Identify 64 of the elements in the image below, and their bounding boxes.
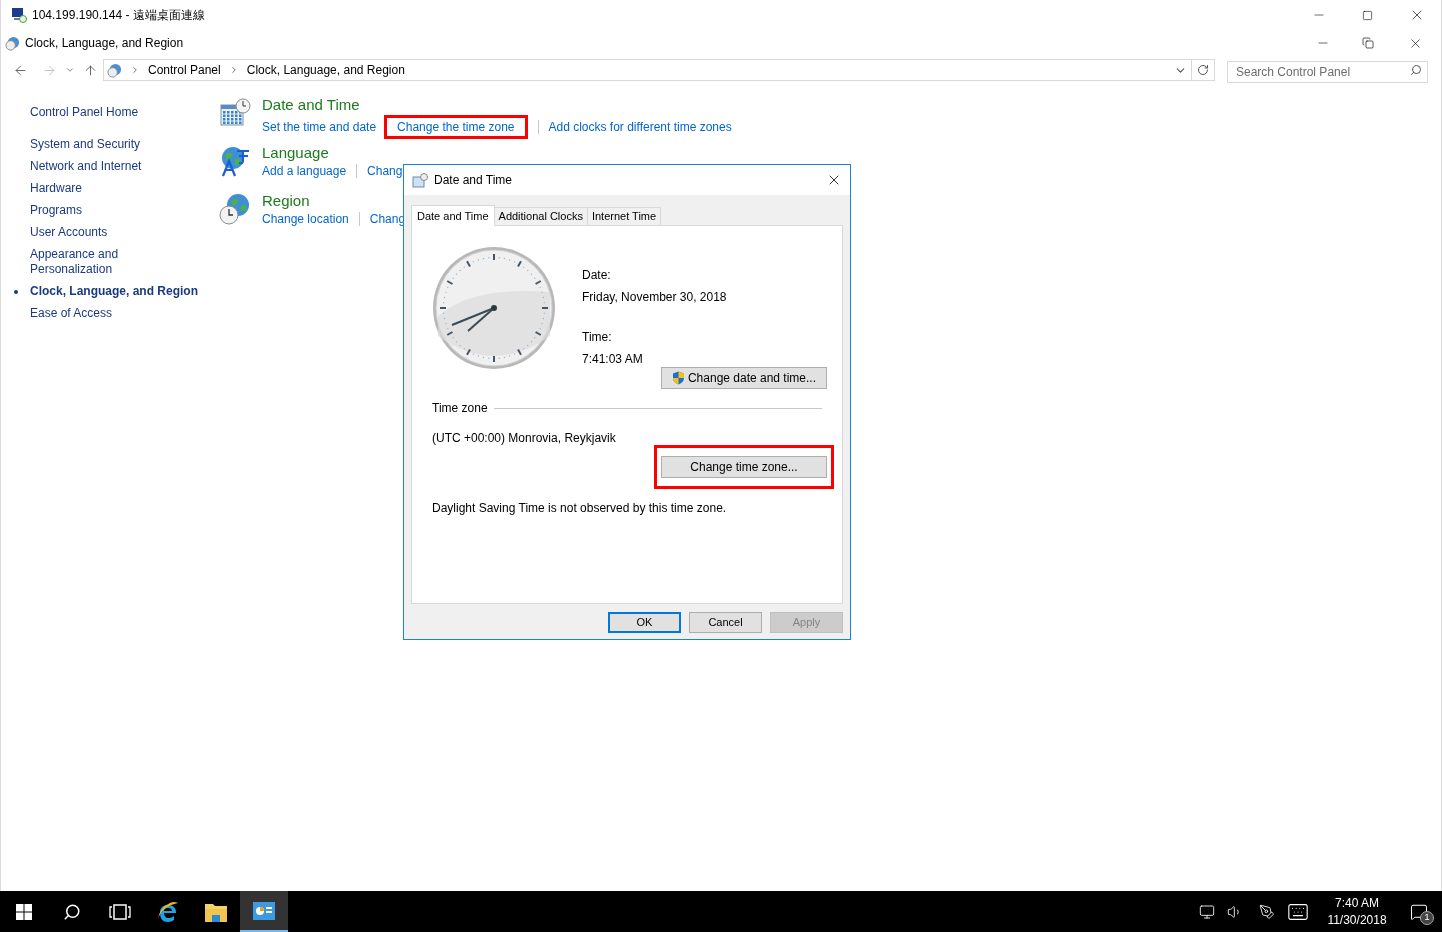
restore-icon[interactable] xyxy=(1362,37,1374,49)
start-icon[interactable] xyxy=(16,903,32,920)
change-date-time-button[interactable]: Change date and time... xyxy=(661,367,827,389)
dialog-tab[interactable]: Internet Time xyxy=(586,207,662,225)
time-label: Time: xyxy=(582,329,613,346)
globe-letters-icon xyxy=(219,145,251,177)
sidebar-item[interactable]: System and Security xyxy=(30,137,205,152)
sidebar-item[interactable]: Control Panel Home xyxy=(30,105,205,120)
rdp-window-title: 104.199.190.144 - 遠端桌面連線 xyxy=(32,7,205,24)
calendar-clock-icon xyxy=(219,97,251,129)
control-panel-icon xyxy=(252,900,276,921)
maximize-icon[interactable] xyxy=(1362,9,1373,21)
category-title[interactable]: Language xyxy=(262,143,403,163)
sidebar-item[interactable]: Network and Internet xyxy=(30,159,205,174)
breadcrumb[interactable]: Clock, Language, and Region xyxy=(246,61,405,79)
dialog-tab[interactable]: Date and Time xyxy=(411,205,495,226)
breadcrumb[interactable]: Control Panel xyxy=(148,61,221,79)
up-icon[interactable] xyxy=(83,62,98,78)
refresh-icon[interactable] xyxy=(1197,64,1209,76)
sidebar-item[interactable]: Appearance and Personalization xyxy=(30,247,130,277)
category-link[interactable]: Set the time and date xyxy=(262,119,377,135)
back-icon[interactable] xyxy=(13,62,28,78)
time-zone-value: (UTC +00:00) Monrovia, Reykjavik xyxy=(432,430,617,447)
sidebar-item[interactable]: Hardware xyxy=(30,181,205,196)
breadcrumb-separator-icon xyxy=(130,65,140,75)
sidebar-item[interactable]: Ease of Access xyxy=(30,306,205,321)
time-value: 7:41:03 AM xyxy=(582,351,644,368)
dst-note: Daylight Saving Time is not observed by this time zone. xyxy=(432,500,728,517)
sidebar-item[interactable]: Clock, Language, and Region xyxy=(30,284,205,299)
task-view-icon[interactable] xyxy=(109,903,131,920)
dialog-title: Date and Time xyxy=(434,172,513,189)
category-link[interactable]: Change location xyxy=(262,211,349,227)
action-center-icon[interactable] xyxy=(1410,902,1428,921)
date-value: Friday, November 30, 2018 xyxy=(582,289,727,306)
time-zone-heading: Time zone xyxy=(432,400,488,417)
search-icon xyxy=(1410,64,1422,76)
taskbar-clock[interactable]: 7:40 AM 11/30/2018 xyxy=(1318,894,1396,929)
category-link[interactable]: Add a language xyxy=(262,163,347,179)
clock-globe-icon xyxy=(5,35,20,51)
category-title[interactable]: Region xyxy=(262,191,406,211)
browser-e-icon xyxy=(156,899,180,924)
date-label: Date: xyxy=(582,267,612,284)
category-link[interactable]: Change the time zone xyxy=(397,120,515,134)
sidebar-item[interactable]: User Accounts xyxy=(30,225,205,240)
clock-globe-icon xyxy=(107,62,122,78)
change-time-zone-button[interactable]: Change time zone... xyxy=(661,456,827,478)
calendar-clock-icon xyxy=(412,172,428,188)
dialog-button[interactable]: Cancel xyxy=(689,612,762,633)
shield-icon xyxy=(671,371,685,385)
category-link[interactable]: Chang xyxy=(367,163,403,179)
sidebar-item[interactable]: Programs xyxy=(30,203,205,218)
remote-desktop-icon xyxy=(11,7,27,23)
address-bar[interactable]: Control Panel Clock, Language, and Region xyxy=(103,59,1215,81)
taskbar-app[interactable] xyxy=(240,891,288,932)
category-link[interactable]: Add clocks for different time zones xyxy=(548,119,732,135)
window-title: Clock, Language, and Region xyxy=(25,35,184,52)
globe-clock-icon xyxy=(219,193,251,225)
dialog-button[interactable]: OK xyxy=(608,612,681,633)
network-icon[interactable] xyxy=(1199,903,1215,920)
pen-icon[interactable] xyxy=(1259,903,1275,920)
search-icon[interactable] xyxy=(63,902,81,921)
search-field[interactable]: Search Control Panel xyxy=(1227,61,1428,83)
notification-count: 1 xyxy=(1420,910,1434,925)
category-title[interactable]: Date and Time xyxy=(262,95,732,115)
